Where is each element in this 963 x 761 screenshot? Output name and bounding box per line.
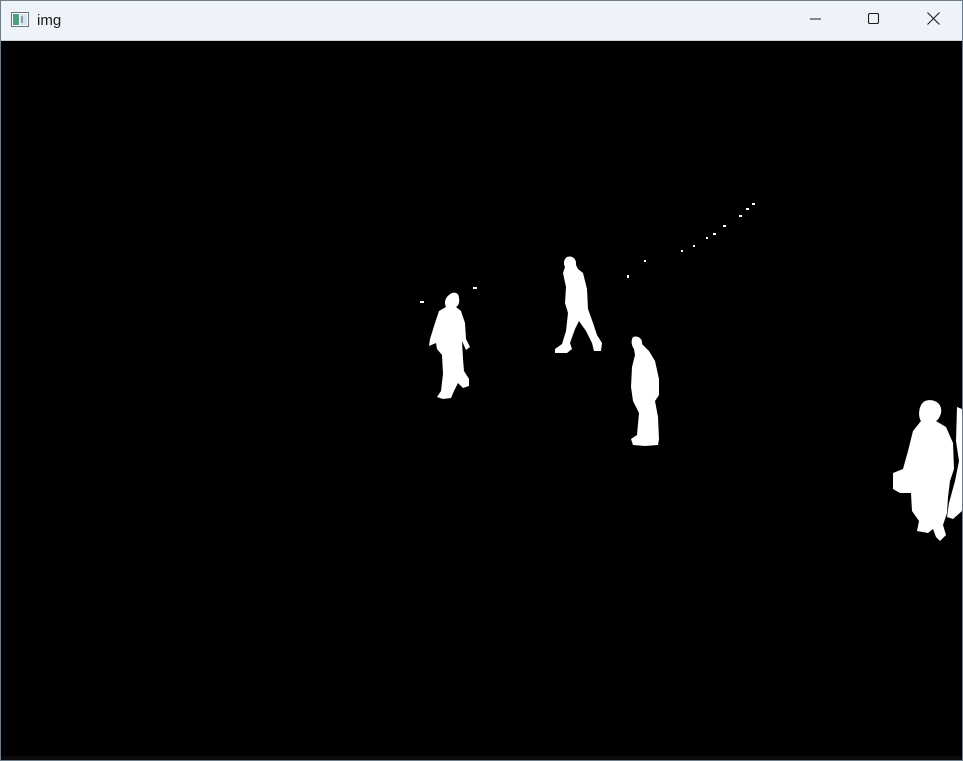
person-silhouette bbox=[429, 292, 470, 399]
image-window: img bbox=[0, 0, 963, 761]
noise-specks bbox=[420, 203, 755, 303]
person-silhouette bbox=[631, 336, 659, 446]
image-window-icon bbox=[11, 12, 29, 27]
image-canvas[interactable] bbox=[3, 41, 962, 760]
person-silhouette bbox=[893, 400, 954, 541]
minimize-icon bbox=[810, 12, 822, 30]
bottom-edge bbox=[1, 756, 962, 760]
close-button[interactable] bbox=[904, 1, 962, 40]
close-icon bbox=[926, 11, 940, 30]
foreground-mask bbox=[420, 203, 962, 541]
minimize-button[interactable] bbox=[787, 1, 845, 40]
person-silhouette bbox=[555, 256, 602, 353]
title-bar[interactable]: img bbox=[1, 1, 962, 41]
maximize-button[interactable] bbox=[845, 1, 903, 40]
window-title: img bbox=[37, 12, 62, 29]
maximize-icon bbox=[867, 12, 880, 30]
